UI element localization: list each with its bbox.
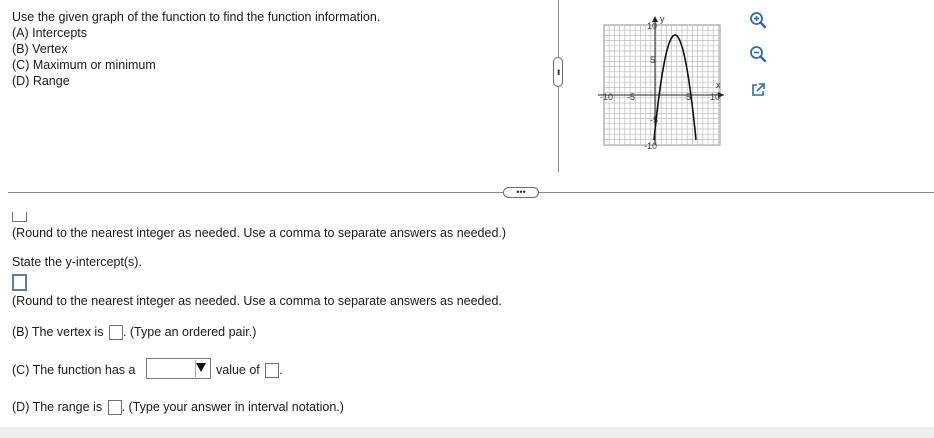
vertex-row: (B) The vertex is . (Type an ordered pai… [12, 324, 257, 341]
prompt-item-vertex: (B) Vertex [12, 42, 68, 56]
horizontal-splitter[interactable] [8, 192, 934, 193]
y-tick-label: 10 [647, 21, 657, 31]
rounding-note: (Round to the nearest integer as needed.… [12, 294, 502, 308]
x-tick-label: -5 [627, 92, 635, 102]
x-tick-label: -10 [600, 92, 613, 102]
zoom-in-icon[interactable] [748, 10, 768, 30]
vertex-hint: . (Type an ordered pair.) [122, 325, 257, 339]
value-of-label: value of [216, 363, 260, 377]
y-tick-label: -10 [644, 141, 657, 150]
x-axis-label: x [716, 80, 721, 90]
function-has-label: (C) The function has a [12, 363, 136, 377]
intercepts-input[interactable] [12, 212, 27, 222]
value-of-row: value of . [216, 363, 283, 379]
vertical-splitter-handle[interactable]: ••• [553, 57, 563, 87]
prompt-item-intercepts: (A) Intercepts [12, 26, 88, 40]
y-axis-label: y [660, 15, 665, 24]
rounding-note: (Round to the nearest integer as needed.… [12, 226, 507, 240]
range-label: (D) The range is [12, 400, 103, 414]
prompt-item-range: (D) Range [12, 74, 70, 88]
y-intercept-input[interactable] [12, 274, 27, 291]
horizontal-splitter-handle[interactable]: ••• [503, 187, 539, 198]
zoom-out-icon[interactable] [748, 44, 768, 64]
prompt-item-max-min: (C) Maximum or minimum [12, 58, 156, 72]
vertex-label: (B) The vertex is [12, 325, 104, 339]
external-link-icon[interactable] [748, 80, 768, 100]
y-tick-label: 5 [650, 55, 655, 65]
x-tick-label: 10 [710, 92, 720, 102]
range-hint: . (Type your answer in interval notation… [121, 400, 344, 414]
range-input[interactable] [107, 400, 122, 416]
range-row: (D) The range is . (Type your answer in … [12, 399, 344, 416]
function-graph: -10 -5 5 10 10 5 -5 -10 y x [598, 15, 724, 150]
graph-grid [603, 24, 721, 146]
max-min-value-input[interactable] [265, 363, 280, 379]
y-intercept-prompt: State the y-intercept(s). [12, 255, 142, 269]
bottom-bar [0, 427, 934, 438]
prompt-intro: Use the given graph of the function to f… [12, 10, 381, 24]
vertex-input[interactable] [108, 325, 123, 341]
chevron-down-icon [196, 363, 206, 372]
question-prompt: Use the given graph of the function to f… [12, 9, 380, 89]
max-min-dropdown[interactable] [146, 358, 211, 379]
